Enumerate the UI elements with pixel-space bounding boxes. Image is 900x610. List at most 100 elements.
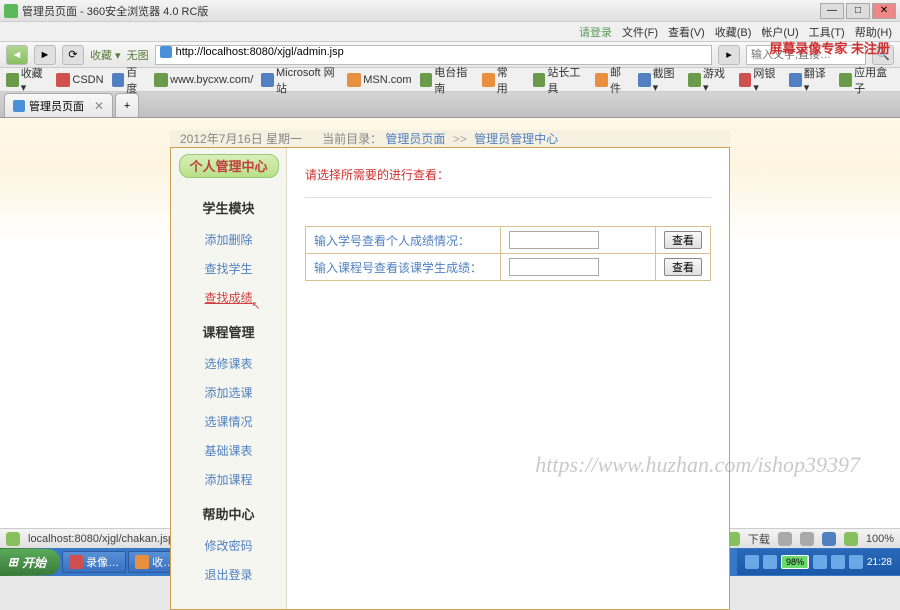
favorites-dropdown[interactable]: 收藏 ▾ [90, 47, 121, 63]
nopic-button[interactable]: 无图 [127, 47, 149, 63]
sidebar-heading-help: 帮助中心 [202, 504, 254, 523]
site-icon [154, 73, 168, 87]
tray-icon-5[interactable] [849, 555, 863, 569]
bookmark-radio[interactable]: 电台指南 [420, 64, 475, 96]
tool-label: 截图 ▾ [653, 65, 681, 94]
tray-icon-4[interactable] [831, 555, 845, 569]
view-student-button[interactable]: 查看 [664, 231, 702, 249]
sidebar-item-basic-table[interactable]: 基础课表 [204, 442, 252, 459]
csdn-icon [56, 73, 70, 87]
sidebar-item-add-elective[interactable]: 添加选课 [204, 384, 252, 401]
address-input[interactable]: http://localhost:8080/xjgl/admin.jsp [155, 45, 712, 65]
bookmark-bycxw[interactable]: www.bycxw.com/ [154, 73, 253, 87]
zoom-icon[interactable] [844, 532, 858, 546]
sidebar-item-add-delete[interactable]: 添加删除 [204, 231, 252, 248]
view-course-button[interactable]: 查看 [664, 258, 702, 276]
tool-label: 网银 ▾ [753, 65, 781, 94]
task-icon [135, 555, 149, 569]
bookmark-common[interactable]: 常用 [482, 64, 517, 96]
status-download[interactable]: 下载 [748, 531, 770, 547]
status-url: localhost:8080/xjgl/chakan.jsp [28, 533, 174, 545]
bookmark-msn[interactable]: MSN.com [347, 73, 411, 87]
status-icon-4[interactable] [778, 532, 792, 546]
status-zoom[interactable]: 100% [866, 533, 894, 545]
bookmark-label: 百度 [126, 64, 146, 96]
mail-icon [595, 73, 608, 87]
close-button[interactable]: ✕ [872, 3, 896, 19]
menu-login[interactable]: 请登录 [579, 24, 612, 40]
watermark-text: https://www.huzhan.com/ishop39397 [535, 452, 860, 478]
query-row-student: 输入学号查看个人成绩情况： 查看 [306, 227, 711, 254]
sidebar-title: 个人管理中心 [179, 154, 279, 178]
menu-favorites[interactable]: 收藏(B) [715, 24, 752, 40]
tab-admin[interactable]: 管理员页面 ✕ [4, 93, 113, 117]
tray-icon-3[interactable] [813, 555, 827, 569]
menu-file[interactable]: 文件(F) [622, 24, 658, 40]
sidebar-item-elective-table[interactable]: 选修课表 [204, 355, 252, 372]
tool-label: 游戏 ▾ [703, 65, 731, 94]
start-button[interactable]: ⊞ 开始 [0, 549, 60, 575]
minimize-button[interactable]: — [820, 3, 844, 19]
tool-screenshot[interactable]: 截图 ▾ [638, 65, 680, 94]
bookmark-csdn[interactable]: CSDN [56, 73, 103, 87]
recorder-watermark: 屏幕录像专家 未注册 [769, 38, 890, 57]
battery-indicator[interactable]: 98% [781, 555, 809, 569]
sidebar-heading-course: 课程管理 [202, 322, 254, 341]
tool-translate[interactable]: 翻译 ▾ [789, 65, 831, 94]
tool-webmaster[interactable]: 站长工具 [533, 64, 588, 96]
breadcrumb-admin[interactable]: 管理员页面 [385, 132, 445, 146]
status-icon-5[interactable] [800, 532, 814, 546]
sidebar-item-find-grade[interactable]: 查找成绩↖ [204, 289, 252, 306]
tool-games[interactable]: 游戏 ▾ [688, 65, 730, 94]
sidebar: 个人管理中心 学生模块 添加删除 查找学生 查找成绩↖ 课程管理 选修课表 添加… [171, 148, 287, 609]
query-label-course: 输入课程号查看该课学生成绩： [306, 254, 501, 281]
bookmark-favorites[interactable]: 收藏 ▾ [6, 65, 48, 94]
tool-bank[interactable]: 网银 ▾ [739, 65, 781, 94]
refresh-button[interactable]: ⟳ [62, 45, 84, 65]
breadcrumb-label: 当前目录： [322, 132, 382, 146]
baidu-icon [112, 73, 125, 87]
bookmark-favorites-label: 收藏 ▾ [21, 65, 49, 94]
clock[interactable]: 21:28 [867, 557, 892, 568]
task-item-1[interactable]: 录像… [62, 551, 126, 573]
sidebar-item-elective-status[interactable]: 选课情况 [204, 413, 252, 430]
tool-label: 应用盒子 [854, 64, 894, 96]
go-button[interactable]: ▸ [718, 45, 740, 65]
breadcrumb-center[interactable]: 管理员管理中心 [474, 132, 558, 146]
bookmark-baidu[interactable]: 百度 [112, 64, 147, 96]
start-label: 开始 [22, 554, 46, 571]
maximize-button[interactable]: □ [846, 3, 870, 19]
sidebar-item-add-course[interactable]: 添加课程 [204, 471, 252, 488]
tool-mail[interactable]: 邮件 [595, 64, 630, 96]
tab-close-icon[interactable]: ✕ [94, 99, 104, 113]
bookmark-microsoft[interactable]: Microsoft 网站 [261, 64, 339, 96]
star-icon [6, 73, 19, 87]
bookmark-label: Microsoft 网站 [276, 64, 339, 96]
sidebar-item-find-student[interactable]: 查找学生 [204, 260, 252, 277]
task-icon [69, 555, 83, 569]
bookmark-label: 电台指南 [434, 64, 474, 96]
new-tab-button[interactable]: + [115, 93, 139, 117]
sidebar-item-change-password[interactable]: 修改密码 [204, 537, 252, 554]
back-button[interactable]: ◄ [6, 45, 28, 65]
sound-icon[interactable] [822, 532, 836, 546]
forward-button[interactable]: ► [34, 45, 56, 65]
breadcrumb-sep: >> [453, 132, 467, 146]
bookmark-label: CSDN [72, 74, 103, 86]
tab-title: 管理员页面 [29, 98, 84, 114]
breadcrumb: 当前目录： 管理员页面 >> 管理员管理中心 [322, 130, 558, 147]
tool-appbox[interactable]: 应用盒子 [839, 64, 894, 96]
menu-view[interactable]: 查看(V) [668, 24, 705, 40]
student-id-input[interactable] [509, 231, 599, 249]
tray-icon-1[interactable] [745, 555, 759, 569]
tool-label: 站长工具 [547, 64, 587, 96]
bookmark-label: MSN.com [363, 74, 411, 86]
course-id-input[interactable] [509, 258, 599, 276]
divider [305, 197, 711, 198]
tray-icon-2[interactable] [763, 555, 777, 569]
date-text: 2012年7月16日 星期一 [180, 130, 302, 147]
windows-icon: ⊞ [8, 555, 18, 569]
ms-icon [261, 73, 274, 87]
translate-icon [789, 73, 802, 87]
sidebar-item-logout[interactable]: 退出登录 [204, 566, 252, 583]
